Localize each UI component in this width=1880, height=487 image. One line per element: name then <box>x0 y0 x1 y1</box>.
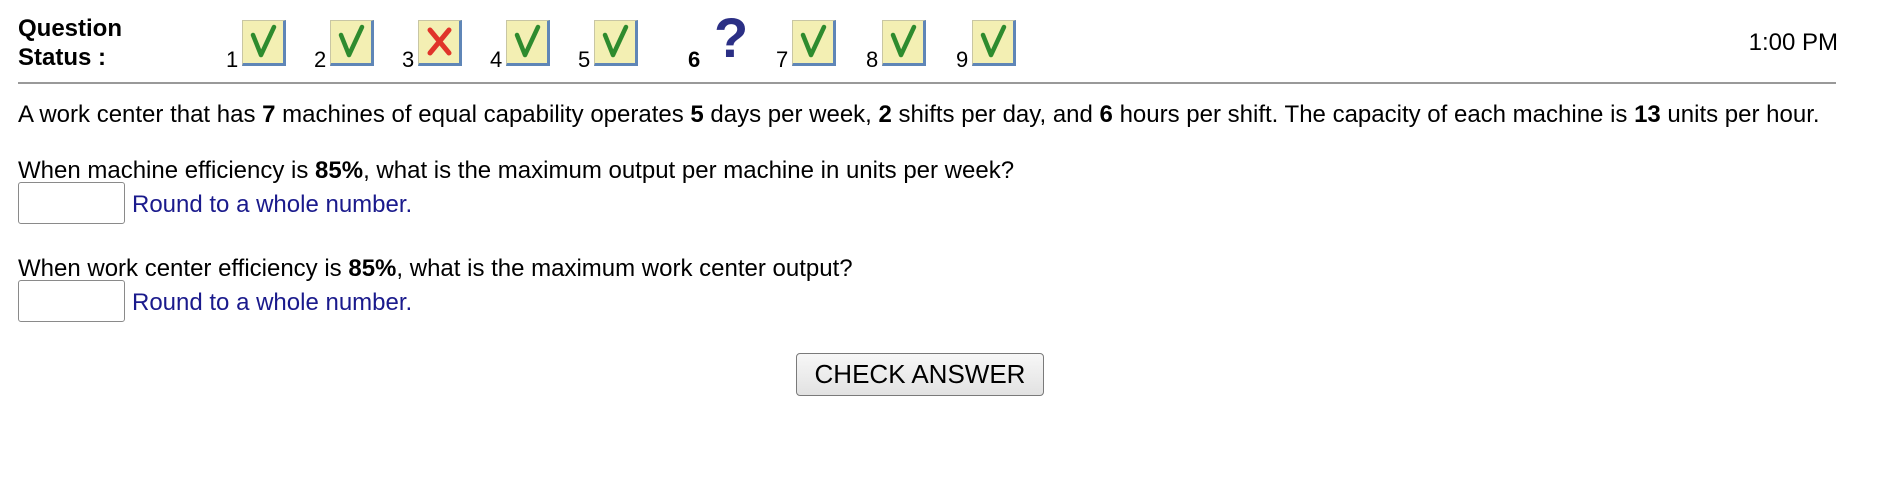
check-icon <box>972 20 1016 66</box>
check-icon <box>792 20 836 66</box>
question-part-a: When machine efficiency is 85%, what is … <box>18 156 1014 185</box>
question-status-item-3[interactable]: 3 <box>402 14 482 74</box>
question-intro: A work center that has 7 machines of equ… <box>18 100 1820 129</box>
intro-text: shifts per day, and <box>891 101 1100 128</box>
intro-text: units per hour. <box>1660 101 1820 128</box>
part-b-text: , what is the maximum work center output… <box>396 255 853 282</box>
header-divider <box>18 82 1836 84</box>
check-icon <box>594 20 638 66</box>
round-hint-b: Round to a whole number. <box>132 289 413 316</box>
check-icon <box>330 20 374 66</box>
machine-efficiency-value: 85% <box>315 157 364 184</box>
status-label-line1: Question <box>18 15 123 42</box>
intro-text: A work center that has <box>18 101 263 128</box>
hours-value: 6 <box>1099 101 1113 128</box>
question-number: 7 <box>776 47 789 72</box>
round-hint-a: Round to a whole number. <box>132 191 413 218</box>
question-status-item-7[interactable]: 7 <box>776 14 856 74</box>
intro-text: days per week, <box>703 101 879 128</box>
question-status-item-5[interactable]: 5 <box>578 14 658 74</box>
days-value: 5 <box>690 101 704 128</box>
check-icon <box>882 20 926 66</box>
part-a-text: When machine efficiency is <box>18 157 316 184</box>
question-mark-icon: ? <box>714 6 749 69</box>
answer-input-a[interactable] <box>18 182 125 224</box>
check-icon <box>506 20 550 66</box>
intro-text: hours per shift. The capacity of each ma… <box>1112 101 1635 128</box>
question-number: 6 <box>688 47 701 72</box>
part-a-text: , what is the maximum output per machine… <box>363 157 1015 184</box>
question-number: 9 <box>956 47 969 72</box>
question-number: 1 <box>226 47 239 72</box>
question-status-bar: Question Status : 1 2 3 4 5 6 ? 7 8 9 1:… <box>18 8 1838 80</box>
question-status-item-6[interactable]: 6 ? <box>688 10 768 74</box>
part-b-text: When work center efficiency is <box>18 255 349 282</box>
answer-input-b[interactable] <box>18 280 125 322</box>
question-part-b: When work center efficiency is 85%, what… <box>18 254 853 283</box>
check-answer-button[interactable]: CHECK ANSWER <box>796 353 1044 396</box>
question-status-item-8[interactable]: 8 <box>866 14 946 74</box>
check-icon <box>242 20 286 66</box>
machines-value: 7 <box>262 101 276 128</box>
question-status-label: Question Status : <box>18 14 122 72</box>
question-number: 3 <box>402 47 415 72</box>
question-number: 8 <box>866 47 879 72</box>
intro-text: machines of equal capability operates <box>275 101 691 128</box>
question-status-item-1[interactable]: 1 <box>226 14 306 74</box>
capacity-value: 13 <box>1634 101 1661 128</box>
question-status-item-9[interactable]: 9 <box>956 14 1036 74</box>
question-number: 5 <box>578 47 591 72</box>
clock-time: 1:00 PM <box>1748 29 1838 56</box>
work-center-efficiency-value: 85% <box>348 255 397 282</box>
question-status-item-2[interactable]: 2 <box>314 14 394 74</box>
question-number: 2 <box>314 47 327 72</box>
question-status-item-4[interactable]: 4 <box>490 14 570 74</box>
shifts-value: 2 <box>878 101 892 128</box>
x-icon <box>418 20 462 66</box>
question-number: 4 <box>490 47 503 72</box>
status-label-line2: Status : <box>18 44 107 71</box>
